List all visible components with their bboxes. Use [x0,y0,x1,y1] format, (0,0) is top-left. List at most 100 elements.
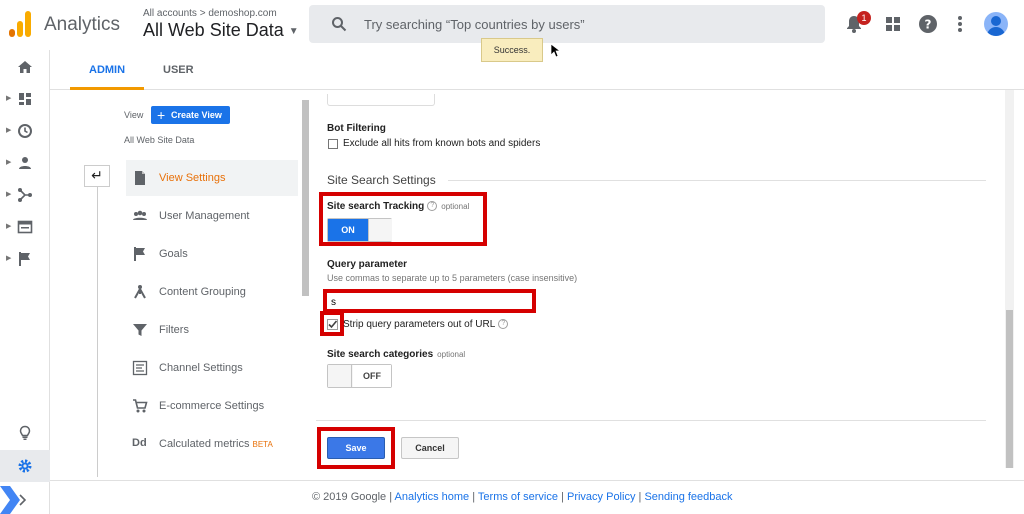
bot-filtering-checkbox[interactable] [328,139,338,149]
search-bar[interactable]: Try searching “Top countries by users” [309,5,825,43]
cancel-button[interactable]: Cancel [401,437,459,459]
nav-item-goals[interactable]: Goals [126,236,298,272]
more-vert-icon[interactable] [949,13,971,35]
view-settings-panel: Bot Filtering Exclude all hits from know… [310,90,1014,480]
property-selector[interactable]: All Web Site Data ▼ [143,20,299,41]
terms-link[interactable]: Terms of service [478,491,558,503]
rail-expand-button[interactable] [0,486,30,514]
tab-admin[interactable]: ADMIN [89,64,125,76]
left-rail: ▶ ▶ ▶ ▶ ▶ ▶ [0,50,50,514]
rail-audience[interactable]: ▶ [0,148,50,178]
back-button[interactable]: ↵ [84,165,110,187]
optional-label: optional [437,350,466,359]
filter-icon [133,324,147,336]
query-input-highlight-box [323,289,536,313]
behavior-icon [17,220,33,234]
clock-icon [18,124,32,138]
nav-item-ecommerce-settings[interactable]: E-commerce Settings [126,388,298,424]
site-search-categories-label: Site search categories [327,349,434,360]
nav-item-user-management[interactable]: User Management [126,198,298,234]
query-parameter-title: Query parameter [327,259,408,270]
section-title: Site Search Settings [327,173,436,187]
view-name: All Web Site Data [124,135,195,145]
acquisition-icon [18,188,32,202]
property-title: All Web Site Data [143,20,284,40]
notification-badge: 1 [857,11,871,25]
nav-item-label: Content Grouping [159,286,246,298]
bot-filtering-label: Exclude all hits from known bots and spi… [343,138,541,149]
home-icon [18,61,32,73]
nav-item-content-grouping[interactable]: Content Grouping [126,274,298,310]
rail-behavior[interactable]: ▶ [0,212,50,242]
document-icon [135,171,145,185]
lightbulb-icon [19,425,31,440]
expand-arrow-icon: ▶ [6,127,12,134]
nav-item-filters[interactable]: Filters [126,312,298,348]
create-view-button[interactable]: + Create View [151,106,230,124]
beta-badge: BETA [252,440,273,449]
expand-arrow-icon: ▶ [6,159,12,166]
nav-item-view-settings[interactable]: View Settings [126,160,298,196]
channel-icon [132,360,148,376]
avatar[interactable] [984,12,1008,36]
app-name: Analytics [44,14,121,35]
gear-icon [18,459,32,473]
main-scroll-thumb[interactable] [1006,310,1013,468]
expand-icon [0,486,27,514]
flag-icon [134,247,145,261]
nav-item-label: Filters [159,324,189,336]
strip-checkbox-highlight-box [320,311,344,336]
search-placeholder: Try searching “Top countries by users” [364,17,585,32]
toggle-knob [328,365,352,387]
user-avatar-icon [987,16,1005,36]
rail-home[interactable] [0,52,50,82]
account-breadcrumb[interactable]: All accounts > demoshop.com [143,8,277,19]
privacy-link[interactable]: Privacy Policy [567,491,635,503]
nav-item-label: User Management [159,210,250,222]
calculated-metrics-label: Calculated metrics [159,438,250,450]
nav-item-label: E-commerce Settings [159,400,265,412]
rail-admin[interactable] [0,450,50,482]
strip-query-text: Strip query parameters out of URL [343,319,496,330]
rail-realtime[interactable]: ▶ [0,116,50,146]
rail-conversions[interactable]: ▶ [0,244,50,274]
footer-links: © 2019 Google | Analytics home | Terms o… [312,491,733,503]
analytics-home-link[interactable]: Analytics home [395,491,470,503]
caret-down-icon: ▼ [288,25,299,37]
help-icon[interactable]: ? [498,319,509,330]
mouse-cursor-icon [551,44,561,58]
view-nav-column: View + Create View All Web Site Data ↵ Vi… [50,90,310,480]
form-divider [316,420,986,421]
dashboard-icon [19,93,31,105]
apps-grid-icon[interactable] [882,13,904,35]
previous-field-stub [327,94,435,106]
site-search-categories-toggle[interactable]: OFF [327,364,392,388]
help-icon[interactable]: ? [917,13,939,35]
nav-divider [97,187,98,477]
expand-arrow-icon: ▶ [6,95,12,102]
dd-icon: Dd [132,437,147,449]
person-icon [19,157,31,169]
nav-scrollbar[interactable] [302,100,309,296]
query-parameter-hint: Use commas to separate up to 5 parameter… [327,273,578,283]
nav-item-label: Channel Settings [159,362,243,374]
strip-query-label: Strip query parameters out of URL? [343,319,509,330]
nav-item-label: View Settings [159,172,226,184]
plus-icon: + [157,107,166,123]
tab-user[interactable]: USER [163,64,194,76]
people-icon [133,210,147,220]
toggle-off-label: OFF [353,365,391,387]
rail-acquisition[interactable]: ▶ [0,180,50,210]
nav-item-calculated-metrics[interactable]: Dd Calculated metrics BETA [126,426,298,462]
back-arrow-icon: ↵ [91,167,103,183]
expand-arrow-icon: ▶ [6,255,12,262]
feedback-link[interactable]: Sending feedback [644,491,732,503]
tracking-highlight-box [319,192,487,246]
rail-customization[interactable]: ▶ [0,84,50,114]
rail-discover[interactable] [0,418,50,448]
svg-text:?: ? [925,18,932,32]
expand-arrow-icon: ▶ [6,191,12,198]
nav-item-channel-settings[interactable]: Channel Settings [126,350,298,386]
analytics-logo-icon[interactable] [9,11,31,37]
footer: © 2019 Google | Analytics home | Terms o… [50,480,1024,514]
